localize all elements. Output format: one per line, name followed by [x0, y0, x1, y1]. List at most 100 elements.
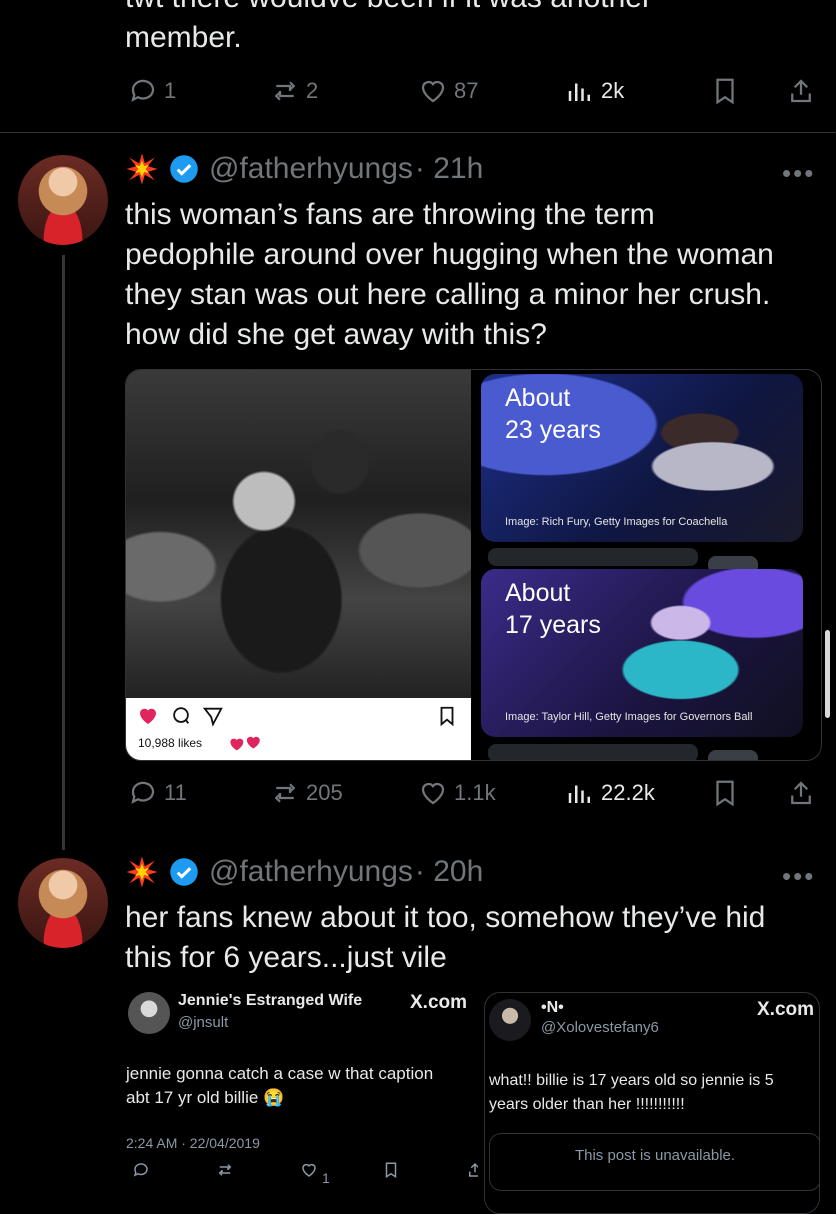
share-icon[interactable] [466, 1161, 478, 1179]
card-strip [708, 750, 758, 760]
repost-icon[interactable] [216, 1161, 234, 1179]
thread-line [62, 255, 65, 850]
tweet1-text: this woman’s fans are throwing the term … [125, 195, 815, 355]
unavailable-post-notice: This post is unavailable. [489, 1133, 819, 1191]
avatar[interactable] [18, 858, 108, 948]
heart-icon [421, 782, 445, 805]
tweet2-line-1: her fans knew about it too, somehow they… [125, 901, 766, 934]
top-bookmark-button[interactable] [710, 76, 740, 106]
tweet1-bookmark-button[interactable] [710, 778, 740, 808]
top-tweet-text: twt there wouldve been if it was another… [125, 0, 652, 58]
embed-right-site: X.com [757, 999, 815, 1020]
tweet1-handle[interactable]: @fatherhyungs [209, 152, 413, 186]
heart-icon[interactable] [300, 1161, 318, 1179]
embed-right-line-2: years older than her !!!!!!!!!!! [489, 1096, 685, 1113]
card-strip [488, 548, 698, 566]
age-card-17-line2: 17 years [505, 611, 601, 639]
tweet1-share-button[interactable] [786, 778, 816, 808]
age-card-23[interactable]: About 23 years Image: Rich Fury, Getty I… [481, 374, 803, 542]
tweet1-time[interactable]: · 21h [415, 152, 483, 186]
tweet1-line-3: they stan was out here calling a minor h… [125, 278, 771, 311]
tweet2-handle[interactable]: @fatherhyungs [209, 855, 413, 889]
age-card-17-line1: About [505, 579, 571, 607]
more-options-icon[interactable]: ••• [782, 158, 815, 189]
age-card-23-line1: About [505, 384, 571, 412]
comment-icon [173, 707, 190, 724]
burst-emoji-icon [126, 153, 158, 185]
tweet1-repost-button[interactable]: 205 [270, 778, 343, 808]
embed-left-text: jennie gonna catch a case w that caption… [126, 1062, 433, 1110]
top-like-button[interactable]: 87 [418, 76, 478, 106]
age-card-23-credit: Image: Rich Fury, Getty Images for Coach… [505, 516, 728, 528]
bookmark-icon [716, 78, 734, 105]
embedded-post-right[interactable]: •N• @Xolovestefany6 X.com what!! billie … [484, 992, 820, 1214]
verified-badge-icon [170, 155, 198, 183]
hug-photo[interactable] [126, 370, 471, 698]
embed-left-name[interactable]: Jennie's Estranged Wife [178, 992, 362, 1010]
top-tweet-line-1: twt there wouldve been if it was another [125, 0, 652, 18]
age-card-23-line2: 23 years [505, 416, 601, 444]
verified-badge-icon [170, 858, 198, 886]
reply-icon[interactable] [132, 1161, 150, 1179]
tweet1-line-1: this woman’s fans are throwing the term [125, 198, 655, 231]
avatar[interactable] [18, 155, 108, 245]
tweet1-repost-count: 205 [306, 780, 343, 805]
top-reply-count: 1 [164, 78, 177, 103]
heart-icon [421, 80, 445, 103]
embedded-post-left[interactable]: Jennie's Estranged Wife @jnsult X.com je… [122, 992, 478, 1212]
save-icon [440, 706, 454, 727]
views-icon [568, 83, 590, 101]
tweet1-line-2: pedophile around over hugging when the w… [125, 238, 774, 271]
embed-left-line-1: jennie gonna catch a case w that caption [126, 1064, 434, 1083]
top-views-count: 2k [601, 78, 625, 103]
views-icon [568, 785, 590, 803]
bookmark-icon[interactable] [382, 1161, 400, 1179]
scrollbar[interactable] [825, 630, 830, 718]
top-reply-button[interactable]: 1 [128, 76, 176, 106]
embed-left-site: X.com [410, 992, 468, 1013]
embed-right-handle[interactable]: @Xolovestefany6 [541, 1019, 659, 1036]
burst-emoji-icon [126, 856, 158, 888]
embed-right-name[interactable]: •N• [541, 999, 564, 1017]
share-icon [791, 781, 811, 805]
send-icon [202, 707, 223, 727]
tweet1-media[interactable]: 10,988 likes About 23 years Image: Rich … [125, 369, 822, 761]
tweet1-reply-button[interactable]: 11 [128, 778, 187, 808]
embed-left-like-count: 1 [322, 1170, 330, 1186]
reply-icon [131, 781, 155, 804]
top-share-button[interactable] [786, 76, 816, 106]
tweet1-like-count: 1.1k [454, 780, 496, 805]
age-card-23-label: About 23 years [505, 382, 601, 446]
hearts-sticker-icon [230, 736, 260, 751]
tweet1-like-button[interactable]: 1.1k [418, 778, 496, 808]
top-views-button[interactable]: 2k [565, 76, 624, 106]
unavailable-post-text: This post is unavailable. [574, 1147, 736, 1164]
heart-filled-icon [140, 708, 156, 724]
tweet2-header: @fatherhyungs · 20h [125, 855, 483, 889]
tweet2-text: her fans knew about it too, somehow they… [125, 898, 815, 978]
tweet2-time[interactable]: · 20h [415, 855, 483, 889]
embed-right-line-1: what!! billie is 17 years old so jennie … [489, 1072, 774, 1089]
top-repost-count: 2 [306, 78, 319, 103]
reply-icon [131, 79, 155, 102]
tweet1-views-button[interactable]: 22.2k [565, 778, 655, 808]
tweet1-reply-count: 11 [164, 780, 187, 805]
embed-avatar [489, 999, 531, 1041]
age-card-17[interactable]: About 17 years Image: Taylor Hill, Getty… [481, 569, 803, 737]
instagram-likes: 10,988 likes [138, 736, 203, 750]
embed-left-handle[interactable]: @jnsult [178, 1014, 228, 1031]
bookmark-icon [716, 780, 734, 807]
repost-icon [274, 81, 296, 101]
instagram-bar: 10,988 likes [126, 698, 471, 760]
repost-icon [274, 783, 296, 803]
top-tweet-line-2: member. [125, 21, 242, 54]
embed-left-date: 2:24 AM · 22/04/2019 [126, 1135, 260, 1151]
top-like-count: 87 [454, 78, 479, 103]
age-card-17-credit: Image: Taylor Hill, Getty Images for Gov… [505, 711, 753, 723]
embed-left-line-2: abt 17 yr old billie 😭 [126, 1088, 285, 1107]
age-card-17-label: About 17 years [505, 577, 601, 641]
card-strip [488, 744, 698, 760]
top-repost-button[interactable]: 2 [270, 76, 318, 106]
more-options-icon[interactable]: ••• [782, 861, 815, 892]
tweet1-views-count: 22.2k [601, 780, 655, 805]
